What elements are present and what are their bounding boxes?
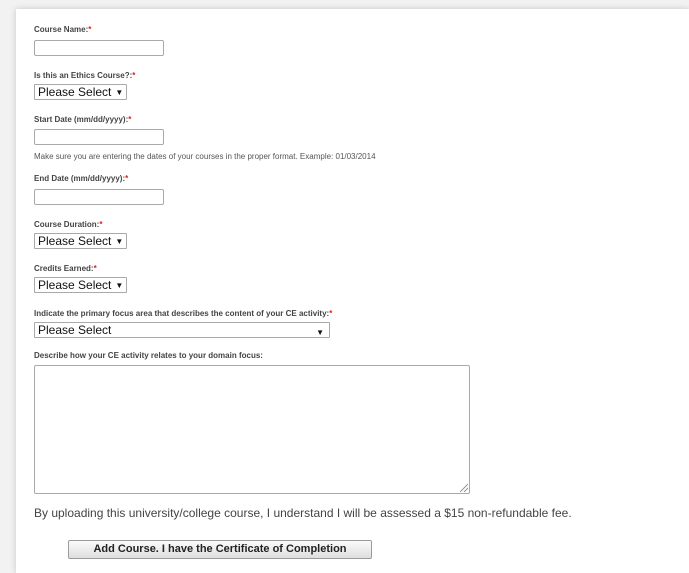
focus-area-label: Indicate the primary focus area that des… [34, 309, 332, 318]
ethics-course-label: Is this an Ethics Course?:* [34, 71, 135, 80]
credits-earned-selected: Please Select [38, 278, 112, 292]
focus-area-selected: Please Select [38, 323, 112, 337]
ethics-course-label-text: Is this an Ethics Course?: [34, 71, 133, 80]
start-date-label-text: Start Date (mm/dd/yyyy): [34, 115, 129, 124]
end-date-input[interactable] [34, 189, 164, 205]
required-marker: * [132, 71, 136, 80]
required-marker: * [125, 174, 129, 183]
chevron-down-icon: ▼ [115, 88, 124, 97]
credits-earned-label: Credits Earned:* [34, 264, 97, 273]
end-date-label: End Date (mm/dd/yyyy):* [34, 174, 128, 183]
credits-earned-select[interactable]: Please Select ▼ [34, 277, 128, 293]
focus-area-select[interactable]: Please Select ▼ [34, 322, 330, 338]
required-marker: * [128, 115, 132, 124]
focus-area-label-text: Indicate the primary focus area that des… [34, 309, 330, 318]
chevron-down-icon: ▼ [316, 328, 324, 337]
required-marker: * [99, 220, 103, 229]
course-name-label-text: Course Name: [34, 25, 89, 34]
date-format-hint: Make sure you are entering the dates of … [34, 152, 376, 161]
required-marker: * [88, 25, 92, 34]
course-duration-select[interactable]: Please Select ▼ [34, 233, 128, 249]
domain-focus-label: Describe how your CE activity relates to… [34, 351, 263, 360]
credits-earned-label-text: Credits Earned: [34, 264, 94, 273]
course-duration-label-text: Course Duration: [34, 220, 100, 229]
ethics-course-selected: Please Select [38, 85, 112, 99]
required-marker: * [329, 309, 333, 318]
chevron-down-icon: ▼ [115, 281, 124, 290]
add-course-button[interactable]: Add Course. I have the Certificate of Co… [68, 540, 372, 559]
end-date-label-text: End Date (mm/dd/yyyy): [34, 174, 126, 183]
course-form-panel: Course Name:* Is this an Ethics Course?:… [16, 9, 689, 573]
fee-notice: By uploading this university/college cou… [34, 506, 572, 520]
course-name-label: Course Name:* [34, 25, 91, 34]
resize-grip-icon[interactable] [460, 484, 468, 492]
domain-focus-textarea[interactable] [34, 365, 470, 494]
chevron-down-icon: ▼ [115, 237, 124, 246]
course-name-input[interactable] [34, 40, 164, 56]
course-duration-selected: Please Select [38, 234, 112, 248]
start-date-label: Start Date (mm/dd/yyyy):* [34, 115, 131, 124]
start-date-input[interactable] [34, 129, 164, 145]
ethics-course-select[interactable]: Please Select ▼ [34, 84, 128, 100]
course-duration-label: Course Duration:* [34, 220, 102, 229]
required-marker: * [93, 264, 97, 273]
